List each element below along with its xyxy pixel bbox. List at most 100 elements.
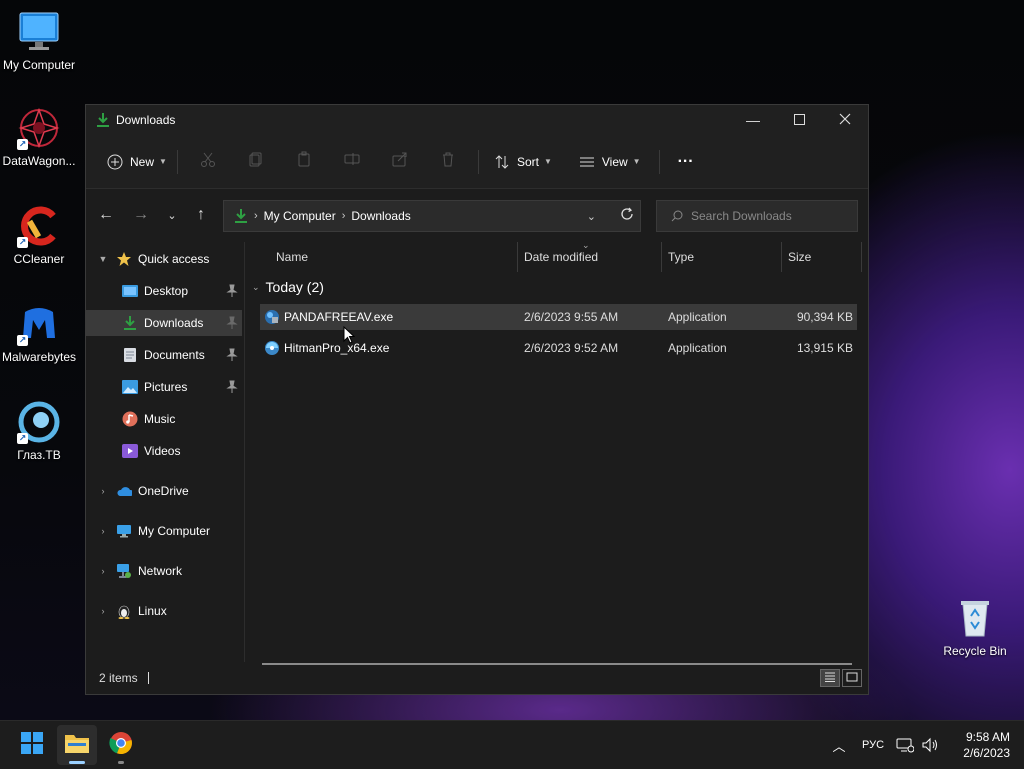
desktop-icon-datawagon[interactable]: ↗ DataWagon... [0, 106, 80, 168]
cut-button[interactable] [184, 146, 232, 178]
desktop-icon-ccleaner[interactable]: ↗ CCleaner [0, 204, 80, 266]
chevron-down-icon: ▼ [543, 157, 552, 166]
sidebar-item-linux[interactable]: › Linux [86, 598, 242, 624]
view-button[interactable]: View ▼ [574, 146, 645, 178]
windows-logo-icon [21, 731, 43, 759]
start-button[interactable] [12, 725, 52, 765]
chevron-right-icon[interactable]: › [96, 566, 110, 576]
maximize-icon [793, 112, 805, 128]
sidebar-item-quick-access[interactable]: ▼ Quick access [86, 246, 242, 272]
recent-locations-button[interactable]: ⌄ [156, 199, 188, 231]
file-date: 2/6/2023 9:55 AM [524, 310, 619, 324]
address-bar[interactable]: › My Computer › Downloads ⌄ [223, 200, 641, 232]
sidebar-item-documents[interactable]: Documents [86, 342, 242, 368]
file-size: 90,394 KB [796, 310, 853, 324]
sidebar-item-label: Desktop [144, 284, 189, 298]
chevron-right-icon[interactable]: › [96, 486, 110, 496]
paste-button[interactable] [280, 146, 328, 178]
taskbar-clock[interactable]: 9:58 AM 2/6/2023 [963, 729, 1010, 761]
show-hidden-icons-button[interactable]: ︿ [828, 736, 850, 755]
chrome-icon [109, 731, 133, 760]
command-bar: New ▼ Sort ▼ View ▼ ··· [86, 135, 868, 189]
breadcrumb-my-computer[interactable]: My Computer [264, 209, 336, 223]
input-language-indicator[interactable]: РУС [862, 739, 884, 751]
exe-app-icon [264, 304, 280, 330]
taskbar-file-explorer[interactable] [57, 725, 97, 765]
desktop-icon-label: My Computer [2, 58, 76, 72]
status-bar: 2 items [86, 662, 868, 694]
chevron-down-icon[interactable]: ⌄ [252, 282, 260, 293]
chevron-down-icon[interactable]: ▼ [96, 254, 110, 264]
column-header-date[interactable]: Date modified ⌄ [518, 240, 662, 272]
back-button[interactable]: ← [90, 199, 122, 231]
search-input[interactable] [689, 208, 853, 224]
sidebar-item-my-computer[interactable]: › My Computer [86, 518, 242, 544]
shortcut-arrow-icon: ↗ [17, 335, 28, 346]
sidebar-item-downloads[interactable]: Downloads [86, 310, 242, 336]
network-status-icon[interactable] [896, 737, 915, 753]
maximize-button[interactable] [776, 105, 822, 135]
recycle-bin-icon [953, 596, 997, 640]
sidebar-item-music[interactable]: Music [86, 406, 242, 432]
rename-button[interactable] [328, 146, 376, 178]
toolbar-separator [176, 149, 178, 174]
tiles-view-button[interactable] [842, 669, 862, 687]
sidebar-item-videos[interactable]: Videos [86, 438, 242, 464]
status-divider [147, 672, 149, 684]
ccleaner-icon: ↗ [17, 204, 61, 248]
sidebar-item-onedrive[interactable]: › OneDrive [86, 478, 242, 504]
forward-button[interactable]: → [125, 199, 157, 231]
sidebar-item-pictures[interactable]: Pictures [86, 374, 242, 400]
file-name: PANDAFREEAV.exe [284, 310, 394, 324]
column-header-size[interactable]: Size [782, 242, 862, 272]
sidebar-item-label: Downloads [144, 316, 204, 330]
up-button[interactable]: ↑ [185, 199, 217, 231]
column-header-type[interactable]: Type [662, 242, 782, 272]
navigation-pane: ▼ Quick access Desktop Downloads Documen… [86, 242, 245, 662]
view-label: View [601, 154, 628, 169]
active-indicator [69, 761, 85, 764]
taskbar: ︿ РУС 9:58 AM 2/6/2023 [0, 720, 1024, 769]
new-button[interactable]: New ▼ [102, 146, 171, 178]
taskbar-chrome[interactable] [101, 725, 141, 765]
breadcrumb-downloads[interactable]: Downloads [351, 209, 410, 223]
search-box[interactable] [656, 200, 858, 232]
toolbar-separator [477, 149, 479, 174]
pin-icon[interactable] [226, 348, 238, 362]
download-icon [234, 208, 248, 224]
sidebar-item-desktop[interactable]: Desktop [86, 278, 242, 304]
details-view-button[interactable] [820, 669, 840, 687]
copy-button[interactable] [232, 146, 280, 178]
pin-icon[interactable] [226, 316, 238, 330]
minimize-icon: — [746, 112, 760, 128]
sort-icon [493, 153, 511, 171]
chevron-right-icon[interactable]: › [96, 526, 110, 536]
desktop-icon-label: Recycle Bin [943, 644, 1007, 658]
cloud-icon [116, 483, 132, 499]
delete-button[interactable] [424, 146, 472, 178]
share-button[interactable] [376, 146, 424, 178]
desktop-icon-label: CCleaner [13, 252, 65, 266]
minimize-button[interactable]: — [730, 105, 776, 135]
close-button[interactable] [822, 105, 868, 135]
refresh-button[interactable] [614, 200, 640, 232]
sort-button[interactable]: Sort ▼ [489, 146, 556, 178]
group-header-today[interactable]: ⌄ Today (2) [252, 279, 324, 295]
title-bar[interactable]: Downloads — [86, 105, 868, 135]
desktop-icon-my-computer[interactable]: My Computer [0, 10, 80, 72]
desktop-icon-glaz-tv[interactable]: ↗ Глаз.ТВ [0, 400, 80, 462]
glaz-tv-icon: ↗ [17, 400, 61, 444]
chevron-right-icon[interactable]: › [96, 606, 110, 616]
column-header-name[interactable]: Name [270, 242, 518, 272]
pin-icon[interactable] [226, 380, 238, 394]
sidebar-item-network[interactable]: › Network [86, 558, 242, 584]
search-icon [671, 210, 683, 222]
desktop-icon-malwarebytes[interactable]: ↗ Malwarebytes [0, 302, 80, 364]
clock-time: 9:58 AM [965, 730, 1010, 744]
more-options-button[interactable]: ··· [674, 146, 698, 178]
download-icon [96, 112, 110, 128]
pin-icon[interactable] [226, 284, 238, 298]
volume-icon[interactable] [922, 737, 940, 753]
address-dropdown-icon[interactable]: ⌄ [587, 210, 596, 223]
desktop-icon-recycle-bin[interactable]: Recycle Bin [934, 596, 1016, 658]
